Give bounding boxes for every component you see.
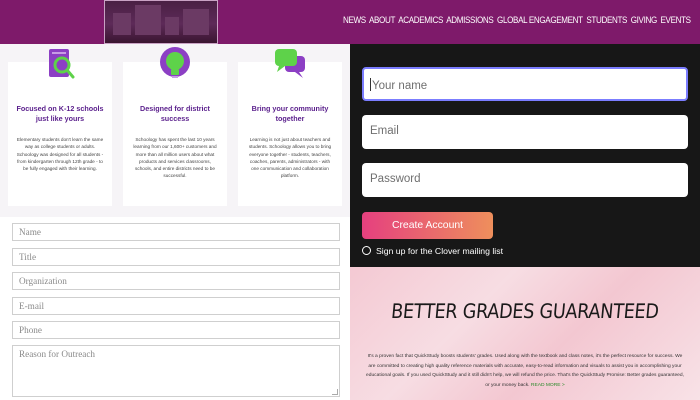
nav-academics[interactable]: ACADEMICS xyxy=(398,14,443,25)
phone-field[interactable]: Phone xyxy=(12,321,340,339)
feature-card-district: Designed for district success Schoology … xyxy=(123,47,227,206)
outreach-form: Name Title Organization E-mail Phone Rea… xyxy=(0,217,350,400)
organization-field[interactable]: Organization xyxy=(12,272,340,290)
feature-title: Focused on K-12 schools just like yours xyxy=(16,104,104,123)
feature-card-community: Bring your community together Learning i… xyxy=(238,49,342,206)
promo-body: It's a proven fact that QuickStudy boost… xyxy=(366,352,684,390)
nav-students[interactable]: STUDENTS xyxy=(586,14,627,25)
name-field[interactable]: Name xyxy=(12,223,340,241)
feature-text: Schoology has spent the last 10 years le… xyxy=(133,137,217,179)
read-more-link[interactable]: READ MORE > xyxy=(531,383,565,388)
feature-title: Designed for district success xyxy=(140,104,210,123)
nav-global-engagement[interactable]: GLOBAL ENGAGEMENT xyxy=(497,14,583,25)
password-input[interactable]: Password xyxy=(362,163,688,197)
nav-admissions[interactable]: ADMISSIONS xyxy=(446,14,494,25)
email-field[interactable]: E-mail xyxy=(12,297,340,315)
email-input[interactable]: Email xyxy=(362,115,688,149)
signup-panel: Your name Email Password Create Account … xyxy=(350,44,700,267)
mailing-list-option[interactable]: Sign up for the Clover mailing list xyxy=(362,246,503,260)
nav-news[interactable]: NEWS xyxy=(343,14,366,25)
create-account-button[interactable]: Create Account xyxy=(362,212,493,239)
promo-section: BETTER GRADES GUARANTEED It's a proven f… xyxy=(350,267,700,400)
nav-about[interactable]: ABOUT xyxy=(369,14,395,25)
mailing-list-label: Sign up for the Clover mailing list xyxy=(376,246,503,256)
chat-bubbles-icon xyxy=(275,49,305,78)
feature-card-k12: Focused on K-12 schools just like yours … xyxy=(8,49,112,206)
resize-grip-icon[interactable] xyxy=(332,389,338,395)
feature-text: Elementary students don't learn the same… xyxy=(16,137,104,172)
text-cursor xyxy=(370,78,371,91)
title-field[interactable]: Title xyxy=(12,248,340,266)
your-name-input[interactable]: Your name xyxy=(362,67,688,101)
promo-text: It's a proven fact that QuickStudy boost… xyxy=(366,354,684,388)
lightbulb-icon xyxy=(160,47,190,78)
nav-giving[interactable]: GIVING xyxy=(631,14,658,25)
feature-title: Bring your community together xyxy=(251,104,329,123)
reason-placeholder: Reason for Outreach xyxy=(19,349,96,359)
your-name-placeholder: Your name xyxy=(372,80,428,92)
reason-textarea[interactable]: Reason for Outreach xyxy=(12,345,340,397)
main-nav: NEWS ABOUT ACADEMICS ADMISSIONS GLOBAL E… xyxy=(343,14,691,30)
book-magnifier-icon xyxy=(49,49,75,79)
promo-heading: BETTER GRADES GUARANTEED xyxy=(390,299,660,323)
feature-text: Learning is not just about teachers and … xyxy=(248,137,332,179)
nav-events[interactable]: EVENTS xyxy=(661,14,692,25)
campus-banner-image xyxy=(104,0,218,44)
radio-icon[interactable] xyxy=(362,246,371,255)
